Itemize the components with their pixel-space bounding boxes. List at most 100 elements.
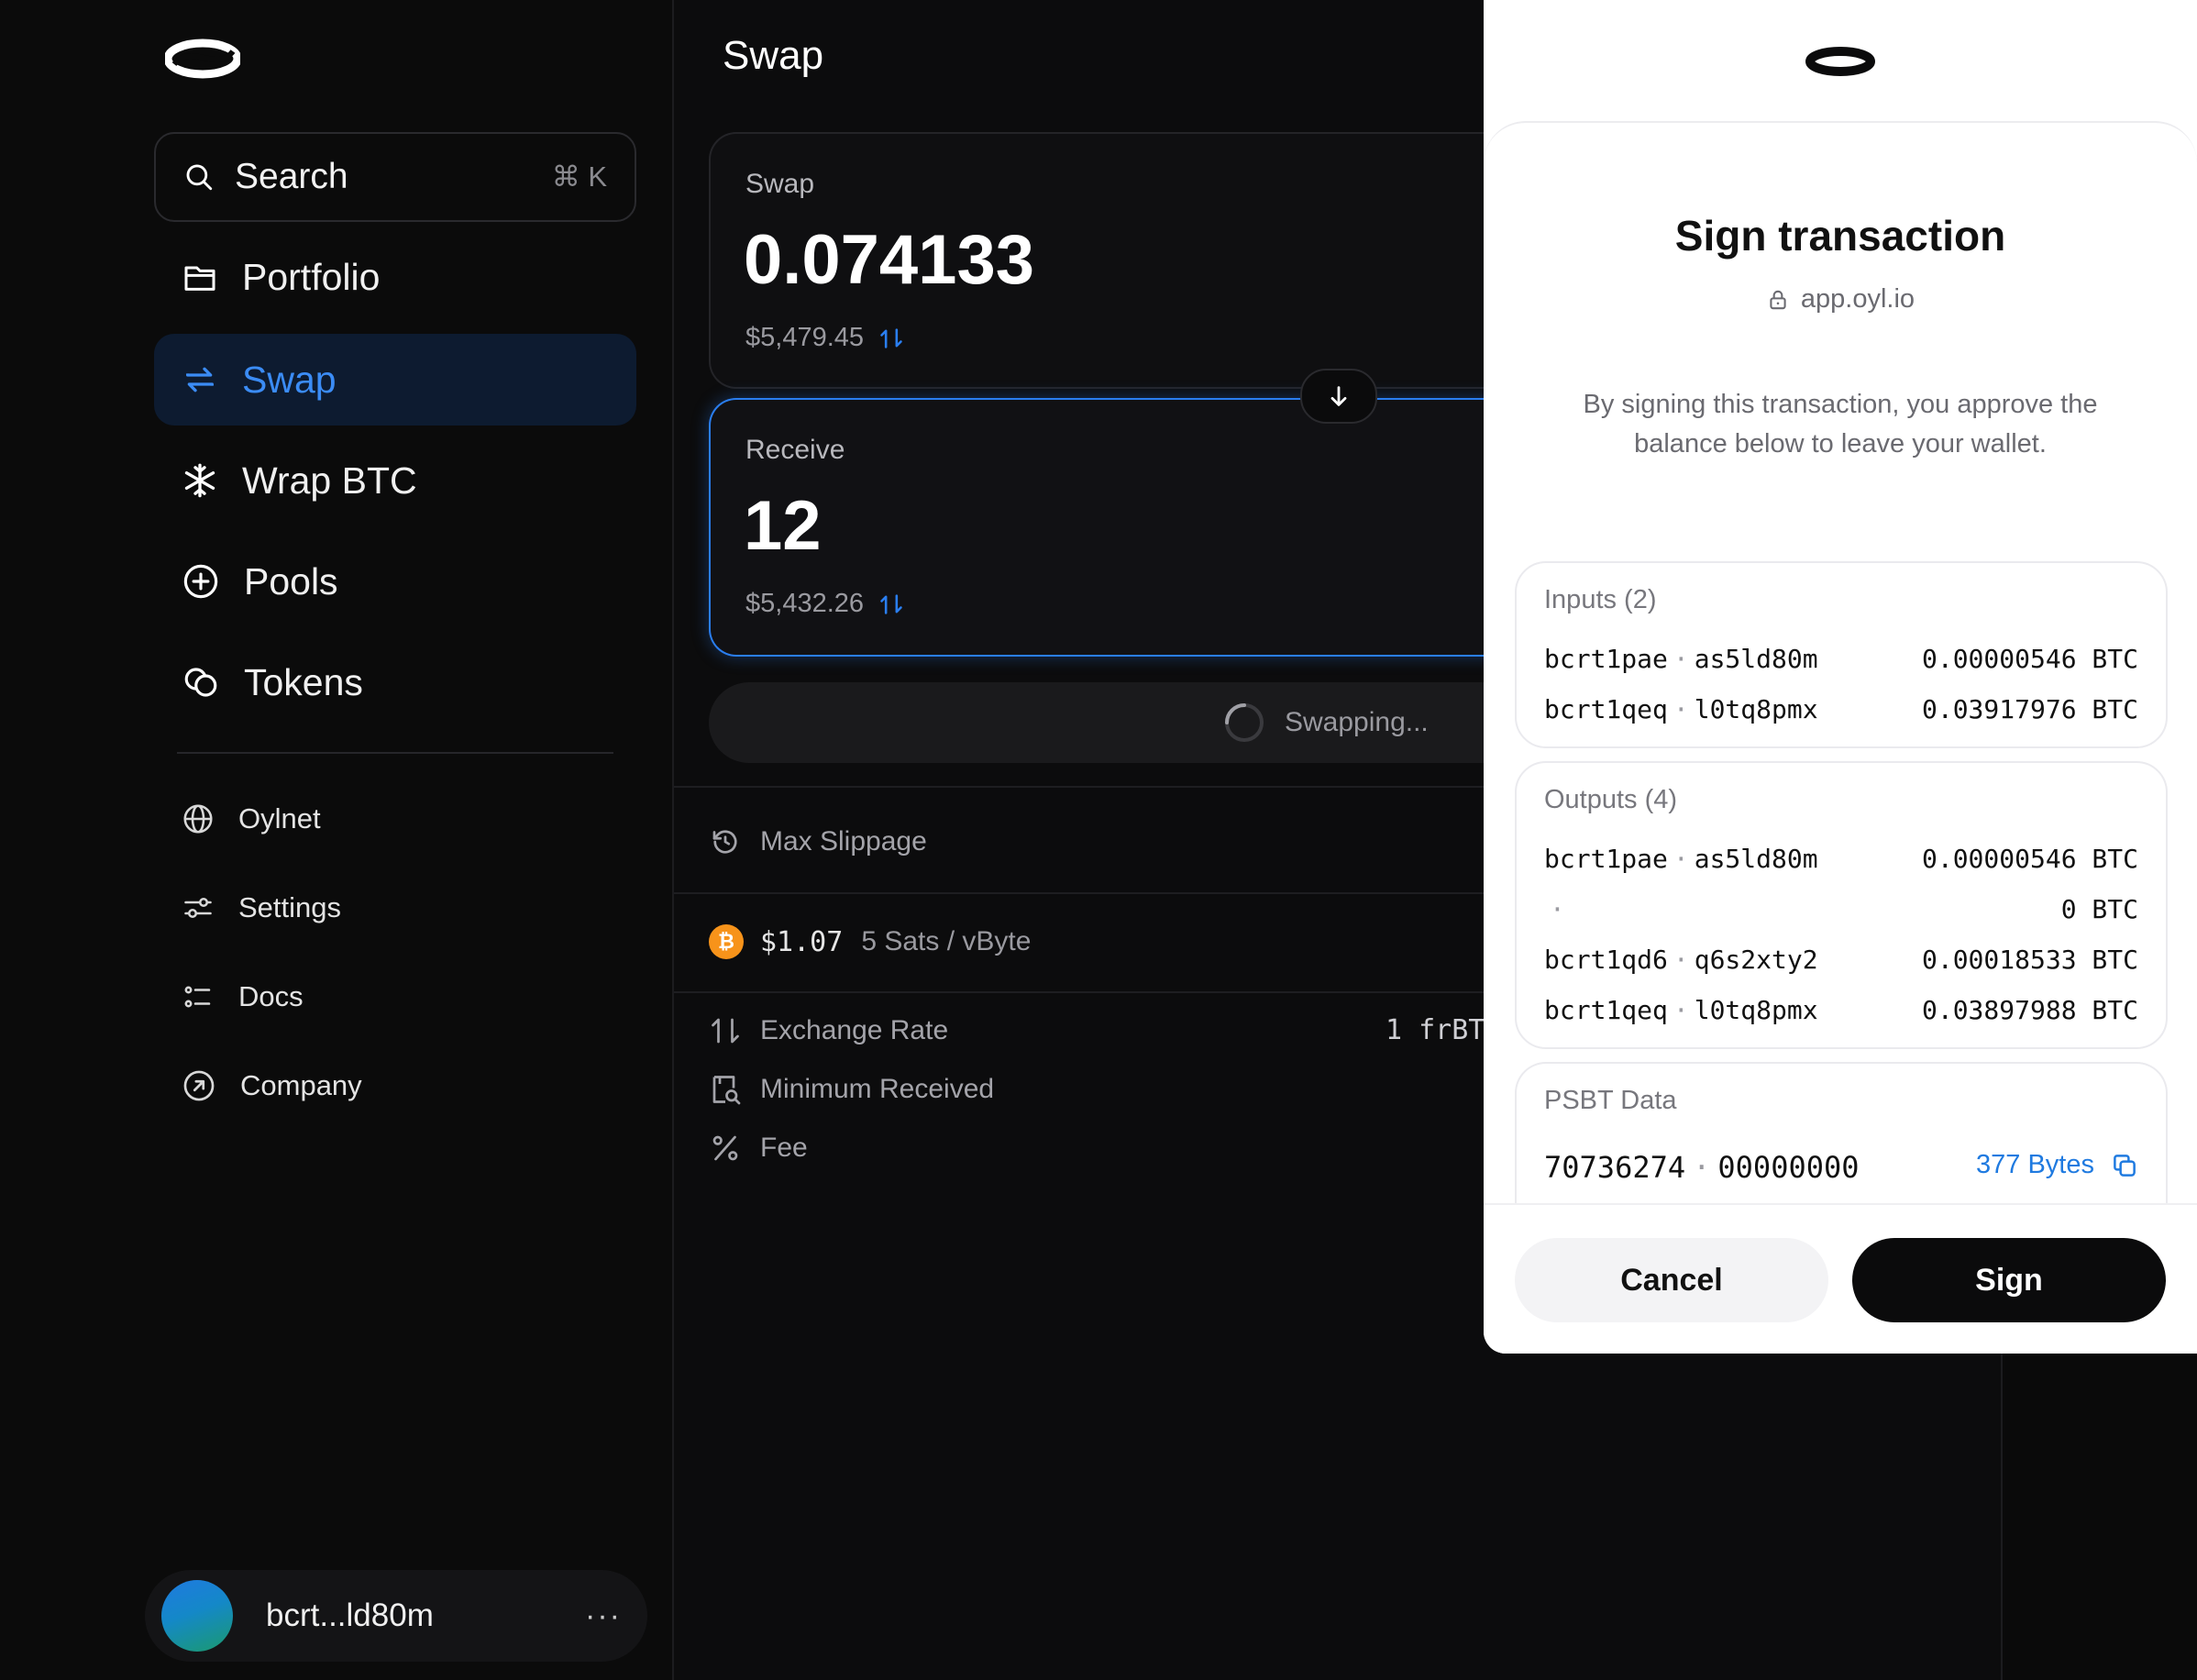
sidebar-item-settings[interactable]: Settings [154,876,636,940]
output-row: · 0 BTC [1544,890,2138,927]
sidebar-item-label: Company [240,1069,362,1101]
sign-sheet: Sign transaction app.oyl.io By signing t… [1484,121,2197,1354]
switch-direction-button[interactable] [1300,369,1377,424]
cancel-button[interactable]: Cancel [1515,1238,1828,1322]
nav-item-portfolio[interactable]: Portfolio [154,231,636,323]
sidebar-item-docs[interactable]: Docs [154,965,636,1029]
output-address: bcrt1qeq · l0tq8pmx [1544,994,1818,1025]
receive-card-title: Receive [745,435,845,465]
origin-domain: app.oyl.io [1484,284,2197,315]
input-address: bcrt1qeq · l0tq8pmx [1544,693,1818,724]
output-value: 0 BTC [2060,893,2138,924]
psbt-header: PSBT Data [1544,1086,1677,1115]
sign-button[interactable]: Sign [1852,1238,2166,1322]
nav-item-swap[interactable]: Swap [154,334,636,426]
wallet-icon [184,266,215,291]
divider [674,991,1499,993]
modal-description: By signing this transaction, you approve… [1583,390,2098,459]
more-options-icon[interactable]: ··· [585,1598,622,1634]
minimum-received-row: Minimum Received [709,1073,994,1106]
nav-item-tokens[interactable]: Tokens [154,636,636,728]
swap-submit-button[interactable]: Swapping... [709,682,1534,763]
search-shortcut: ⌘ K [551,160,607,193]
arrow-down-icon [1330,386,1347,406]
percent-icon [712,1135,738,1161]
output-address: bcrt1pae · as5ld80m [1544,843,1818,874]
modal-title: Sign transaction [1674,212,2006,260]
nav-item-label: Tokens [244,660,363,703]
oyl-wallet-logo [1805,46,1876,77]
input-value: 0.00000546 BTC [1921,643,2138,674]
search-label: Search [235,157,348,196]
swap-usd-value: $5,479.45 [745,323,904,353]
wallet-address: bcrt...ld80m [266,1597,434,1633]
nav-item-label: Wrap BTC [242,459,417,502]
list-icon [184,986,211,1008]
swap-status-text: Swapping... [1285,707,1429,737]
psbt-data-box: PSBT Data 70736274 · 00000000 377 Bytes [1515,1062,2168,1209]
swap-from-card[interactable]: Swap 0.074133 $5,479.45 [709,132,1534,389]
copy-icon [2114,1154,2136,1177]
sidebar-item-label: Docs [238,980,304,1012]
max-slippage-label: Max Slippage [760,826,927,857]
swap-card-title: Swap [745,169,815,199]
network-fee-usd: $1.07 [760,925,844,958]
modal-footer: Cancel Sign [1484,1203,2197,1354]
nav-item-label: Swap [242,358,337,401]
receive-usd-text: $5,432.26 [745,589,865,618]
max-slippage-row[interactable]: Max Slippage [709,825,927,858]
avatar [161,1580,233,1652]
output-row: bcrt1qeq · l0tq8pmx 0.03897988 BTC [1544,991,2138,1028]
output-value: 0.00018533 BTC [1921,944,2138,975]
oyl-logo[interactable] [165,37,240,81]
toggle-currency-icon[interactable] [878,326,904,351]
nav-item-label: Pools [244,559,338,602]
nav-item-label: Portfolio [242,255,381,298]
page-title: Swap [723,33,824,78]
exchange-rate-row: Exchange Rate [709,1014,948,1047]
nav-item-wrap-btc[interactable]: Wrap BTC [154,435,636,526]
plus-circle-icon [183,564,218,599]
sign-transaction-modal: Sign transaction app.oyl.io By signing t… [1484,0,2197,1354]
outputs-header: Outputs (4) [1544,785,1678,814]
input-row: bcrt1pae · as5ld80m 0.00000546 BTC [1544,640,2138,677]
toggle-currency-icon[interactable] [878,591,904,617]
arrow-up-right-circle-icon [183,1070,215,1101]
sidebar-item-company[interactable]: Company [154,1054,636,1118]
receive-amount[interactable]: 12 [744,486,822,566]
sliders-icon [184,897,212,919]
output-row: bcrt1qd6 · q6s2xty2 0.00018533 BTC [1544,941,2138,978]
input-value: 0.03917976 BTC [1921,693,2138,724]
inputs-header: Inputs (2) [1544,585,1657,614]
arrows-up-down-icon [712,1018,739,1044]
output-row: bcrt1pae · as5ld80m 0.00000546 BTC [1544,840,2138,877]
wallet-account-pill[interactable]: bcrt...ld80m ··· [145,1570,647,1662]
receipt-search-icon [712,1076,741,1105]
origin-text: app.oyl.io [1800,284,1915,314]
exchange-rate-value: 1 frBT [1386,1014,1485,1046]
output-address: bcrt1qd6 · q6s2xty2 [1544,944,1818,975]
receive-card[interactable]: Receive 12 $5,432.26 [709,398,1534,657]
exchange-rate-label: Exchange Rate [760,1015,949,1045]
swap-amount[interactable]: 0.074133 [744,220,1034,300]
receive-usd-value: $5,432.26 [745,589,904,619]
sidebar-item-label: Oylnet [238,802,321,834]
output-address: · [1550,893,1565,924]
sidebar-item-oylnet[interactable]: Oylnet [154,787,636,851]
output-value: 0.00000546 BTC [1921,843,2138,874]
input-address: bcrt1pae · as5ld80m [1544,643,1818,674]
divider [674,892,1499,894]
nav-item-pools[interactable]: Pools [154,536,636,627]
psbt-copy-button[interactable]: 377 Bytes [1976,1150,2138,1180]
lock-icon [1770,290,1786,309]
minimum-received-label: Minimum Received [760,1074,995,1104]
globe-icon [183,804,213,834]
psbt-hex: 70736274 · 00000000 [1544,1150,1860,1185]
bitcoin-icon: ₿ [709,924,744,959]
network-fee-row[interactable]: ₿ $1.07 5 Sats / vByte [709,924,1031,959]
sidebar-item-label: Settings [238,891,342,923]
swap-usd-text: $5,479.45 [745,323,865,352]
search-bar[interactable]: Search ⌘ K [154,132,636,222]
divider [674,786,1499,788]
fee-label: Fee [760,1133,808,1163]
